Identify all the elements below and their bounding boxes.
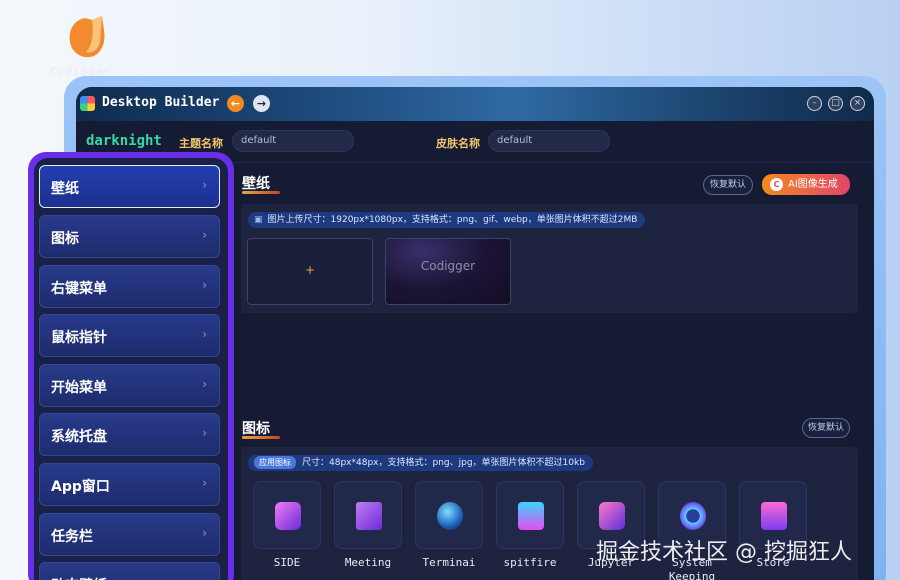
app-icon-tile[interactable] [334, 481, 402, 549]
side-icon [275, 502, 301, 530]
sidebar-item[interactable]: 开始菜单 › [39, 364, 220, 407]
sidebar-item[interactable]: 动态壁纸 › [39, 562, 220, 580]
sidebar-item-label: 壁纸 [51, 181, 79, 197]
chevron-right-icon: › [202, 228, 207, 242]
main-content: 壁纸 恢复默认 C AI图像生成 ▣ 图片上传尺寸：1920px*1080px，支… [237, 163, 874, 580]
sidebar-item-label: 动态壁纸 [51, 575, 107, 580]
app-icon-tag: 应用图标 [254, 456, 296, 469]
theme-id: darknight [86, 133, 162, 149]
skin-name-input[interactable]: default [488, 130, 610, 152]
sidebar-item-label: 鼠标指针 [51, 330, 107, 346]
close-button[interactable]: × [850, 96, 865, 111]
icon-info-text: 尺寸：48px*48px，支持格式：png、jpg，单张图片体积不超过10kb [302, 458, 585, 468]
sidebar-item[interactable]: 图标 › [39, 215, 220, 258]
app-icon-label: Terminai [422, 556, 476, 569]
app-icon-tile[interactable] [415, 481, 483, 549]
sidebar-item-label: 右键菜单 [51, 281, 107, 297]
icon-section-title: 图标 [242, 421, 270, 437]
sidebar-item[interactable]: 壁纸 › [39, 165, 220, 208]
sidebar-item[interactable]: 右键菜单 › [39, 265, 220, 308]
jupyter-icon [599, 502, 625, 530]
app-icon [80, 96, 95, 111]
gear-icon [680, 502, 706, 530]
chevron-right-icon: › [202, 278, 207, 292]
sidebar-item-label: 系统托盘 [51, 429, 107, 445]
wallpaper-reset-button[interactable]: 恢复默认 [703, 175, 753, 195]
spitfire-icon [518, 502, 544, 530]
chevron-right-icon: › [202, 426, 207, 440]
watermark: 掘金技术社区 @ 挖掘狂人 [596, 540, 852, 565]
icon-title-underline [242, 436, 280, 439]
back-button[interactable]: ← [227, 95, 244, 112]
store-icon [761, 502, 787, 530]
wallpaper-section-title: 壁纸 [242, 176, 270, 192]
chevron-right-icon: › [202, 526, 207, 540]
codigger-logo-icon [69, 16, 105, 58]
app-icon-label: SIDE [273, 556, 301, 569]
sidebar-item[interactable]: 任务栏 › [39, 513, 220, 556]
wallpaper-panel: ▣ 图片上传尺寸：1920px*1080px，支持格式：png、gif、webp，… [241, 204, 858, 313]
ai-button-label: AI图像生成 [788, 179, 838, 190]
maximize-button[interactable]: □ [828, 96, 843, 111]
wallpaper-thumbnail-text: Codigger [420, 259, 476, 273]
ai-logo-icon: C [770, 178, 783, 191]
sidebar-item-label: 图标 [51, 231, 79, 247]
minimize-button[interactable]: – [807, 96, 822, 111]
app-icon-label: Meeting [344, 556, 392, 569]
window-title: Desktop Builder [102, 95, 220, 110]
wallpaper-upload-box[interactable]: + [247, 238, 373, 305]
theme-name-label: 主题名称 [179, 137, 223, 150]
app-icon-label: spitfire [503, 556, 557, 569]
titlebar[interactable]: Desktop Builder ← → – □ × [76, 87, 874, 121]
chevron-right-icon: › [202, 377, 207, 391]
icon-reset-button[interactable]: 恢复默认 [802, 418, 850, 438]
sidebar-item-label: App窗口 [51, 479, 110, 495]
chevron-right-icon: › [202, 476, 207, 490]
ai-image-button[interactable]: C AI图像生成 [762, 174, 850, 195]
app-icon-tile[interactable] [253, 481, 321, 549]
chevron-right-icon: › [202, 178, 207, 192]
wallpaper-info: ▣ 图片上传尺寸：1920px*1080px，支持格式：png、gif、webp，… [248, 212, 646, 228]
sidebar-item-label: 开始菜单 [51, 380, 107, 396]
image-icon: ▣ [254, 215, 263, 225]
sidebar-item[interactable]: 系统托盘 › [39, 413, 220, 456]
sidebar-item-label: 任务栏 [51, 529, 93, 545]
sidebar-item[interactable]: 鼠标指针 › [39, 314, 220, 357]
terminal-icon [437, 502, 463, 530]
theme-name-input[interactable]: default [232, 130, 354, 152]
chevron-right-icon: › [202, 575, 207, 580]
codigger-logo: Codigger [48, 8, 128, 78]
skin-name-label: 皮肤名称 [436, 137, 480, 150]
wallpaper-title-underline [242, 191, 280, 194]
add-icon: + [305, 263, 316, 277]
wallpaper-info-text: 图片上传尺寸：1920px*1080px，支持格式：png、gif、webp，单… [267, 215, 638, 225]
forward-button[interactable]: → [253, 95, 270, 112]
wallpaper-thumbnail[interactable]: Codigger [385, 238, 511, 305]
sidebar-item[interactable]: App窗口 › [39, 463, 220, 506]
meeting-icon [356, 502, 382, 530]
chevron-right-icon: › [202, 327, 207, 341]
app-icon-tile[interactable] [496, 481, 564, 549]
icon-info: 应用图标 尺寸：48px*48px，支持格式：png、jpg，单张图片体积不超过1… [248, 455, 593, 471]
